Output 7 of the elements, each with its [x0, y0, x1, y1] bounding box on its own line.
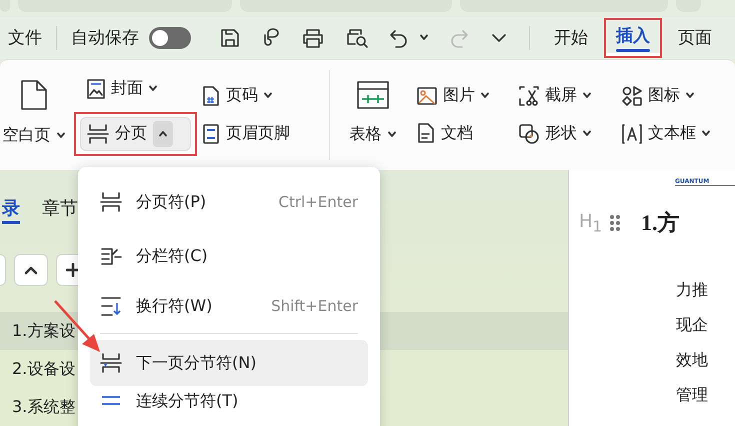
heading-marker: H$_{1}$ — [579, 210, 604, 236]
document-text: 管理 — [676, 386, 709, 406]
document-heading: 1.方 — [641, 209, 680, 238]
document-text: 力推 — [676, 280, 709, 302]
autosave-label: 自动保存 — [71, 27, 139, 50]
document-text: 现企 — [676, 316, 709, 336]
document-text: 效地 — [676, 350, 709, 372]
